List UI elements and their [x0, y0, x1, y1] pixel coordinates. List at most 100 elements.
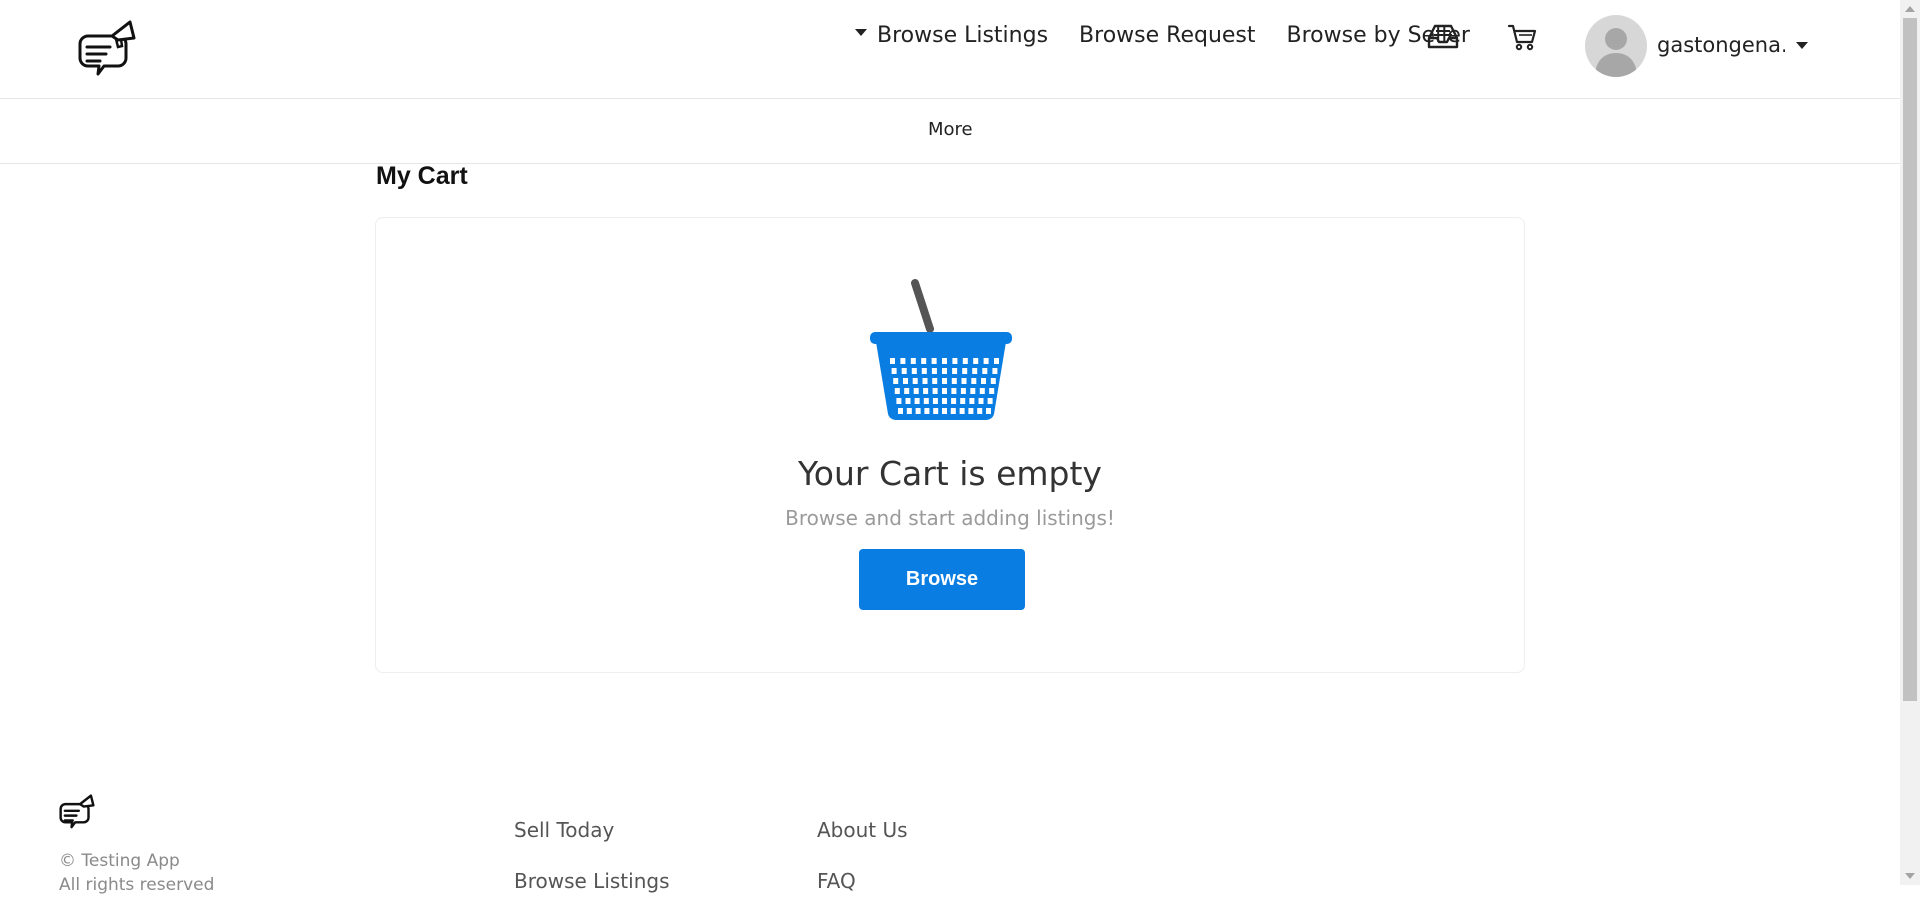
username-label[interactable]: gastongena...	[1657, 33, 1785, 57]
basket-hole	[921, 358, 927, 364]
basket-hole	[898, 408, 903, 414]
chat-megaphone-logo-icon[interactable]	[76, 16, 138, 82]
footer-link-faq[interactable]: FAQ	[817, 856, 908, 907]
footer-column-2: About Us FAQ	[817, 805, 908, 907]
basket-hole	[952, 368, 958, 374]
basket-hole	[901, 368, 907, 374]
basket-hole	[970, 388, 976, 394]
more-menu-button[interactable]: More	[928, 119, 973, 140]
basket-hole	[972, 368, 978, 374]
basket-hole	[932, 398, 938, 404]
basket-hole	[951, 388, 957, 394]
basket-hole	[992, 368, 998, 374]
page-title: My Cart	[376, 162, 468, 190]
basket-hole	[960, 398, 966, 404]
cart-icon[interactable]	[1507, 22, 1537, 52]
basket-hole	[893, 378, 899, 384]
nav-browse-listings-label: Browse Listings	[877, 22, 1049, 48]
footer-logo-icon[interactable]	[58, 792, 96, 832]
basket-hole	[959, 408, 965, 414]
footer-link-browse-listings[interactable]: Browse Listings	[514, 856, 670, 907]
basket-hole	[906, 408, 912, 414]
basket-hole	[931, 368, 937, 374]
empty-cart-card: Your Cart is empty Browse and start addi…	[375, 217, 1525, 673]
basket-hole	[942, 368, 947, 374]
basket-hole	[962, 368, 968, 374]
basket-hole	[905, 398, 911, 404]
basket-hole	[933, 408, 939, 414]
basket-hole	[977, 408, 983, 414]
basket-hole	[911, 368, 917, 374]
basket-hole	[891, 368, 897, 374]
basket-hole	[931, 358, 937, 364]
basket-hole	[912, 378, 918, 384]
basket-hole	[932, 388, 938, 394]
basket-hole	[969, 398, 975, 404]
basket-hole	[960, 388, 966, 394]
basket-hole	[952, 358, 958, 364]
basket-hole	[923, 398, 929, 404]
empty-cart-heading: Your Cart is empty	[798, 454, 1102, 493]
footer-copyright: © Testing App All rights reserved	[59, 849, 214, 897]
basket-hole	[951, 398, 957, 404]
basket-hole	[890, 358, 895, 364]
basket-hole	[968, 408, 974, 414]
basket-hole	[983, 358, 989, 364]
basket-hole	[950, 408, 956, 414]
top-navbar: Browse Listings Browse Request Browse by…	[0, 0, 1900, 99]
basket-hole	[894, 388, 900, 394]
scroll-up-arrow-icon[interactable]	[1905, 6, 1915, 12]
basket-hole	[990, 378, 996, 384]
basket-hole	[961, 378, 967, 384]
basket-hole	[994, 358, 999, 364]
basket-hole	[942, 398, 947, 404]
sub-navbar: More	[0, 99, 1900, 164]
basket-hole	[962, 358, 968, 364]
basket-hole	[973, 358, 979, 364]
basket-hole	[924, 408, 930, 414]
basket-hole	[951, 378, 957, 384]
basket-hole	[922, 378, 928, 384]
page-scrollbar[interactable]	[1900, 0, 1920, 885]
basket-hole	[921, 368, 927, 374]
basket-hole	[910, 358, 916, 364]
basket-hole	[989, 388, 995, 394]
basket-hole	[903, 378, 908, 384]
copyright-line-1: © Testing App	[59, 851, 180, 871]
scroll-down-arrow-icon[interactable]	[1905, 873, 1915, 879]
basket-hole	[932, 378, 938, 384]
basket-hole	[904, 388, 910, 394]
person-silhouette-icon	[1595, 28, 1637, 77]
basket-hole	[978, 398, 984, 404]
basket-hole	[981, 378, 986, 384]
basket-hole	[942, 388, 947, 394]
basket-hole	[942, 358, 947, 364]
shopping-basket-icon	[870, 279, 1012, 421]
footer-link-about-us[interactable]: About Us	[817, 805, 908, 856]
basket-hole	[915, 408, 921, 414]
basket-hole	[987, 398, 993, 404]
main-nav: Browse Listings Browse Request Browse by…	[855, 18, 1470, 52]
basket-hole	[982, 368, 988, 374]
basket-hole	[971, 378, 977, 384]
nav-browse-request[interactable]: Browse Request	[1079, 23, 1255, 48]
basket-hole	[979, 388, 985, 394]
scrollbar-thumb[interactable]	[1903, 18, 1917, 701]
empty-cart-subtext: Browse and start adding listings!	[785, 506, 1115, 530]
footer-column-1: Sell Today Browse Listings	[514, 805, 670, 907]
basket-hole	[942, 408, 947, 414]
inbox-icon[interactable]	[1426, 22, 1460, 52]
caret-down-icon	[855, 29, 867, 36]
basket-hole	[942, 378, 947, 384]
basket-hole	[913, 388, 919, 394]
footer-link-sell-today[interactable]: Sell Today	[514, 805, 670, 856]
user-menu-caret-icon[interactable]	[1796, 42, 1808, 49]
user-avatar-icon[interactable]	[1585, 15, 1647, 77]
basket-hole	[900, 358, 906, 364]
basket-hole	[896, 398, 902, 404]
copyright-line-2: All rights reserved	[59, 875, 215, 895]
basket-hole	[986, 408, 991, 414]
nav-browse-listings[interactable]: Browse Listings	[855, 23, 1048, 48]
browse-button[interactable]: Browse	[859, 549, 1025, 610]
basket-hole	[923, 388, 929, 394]
